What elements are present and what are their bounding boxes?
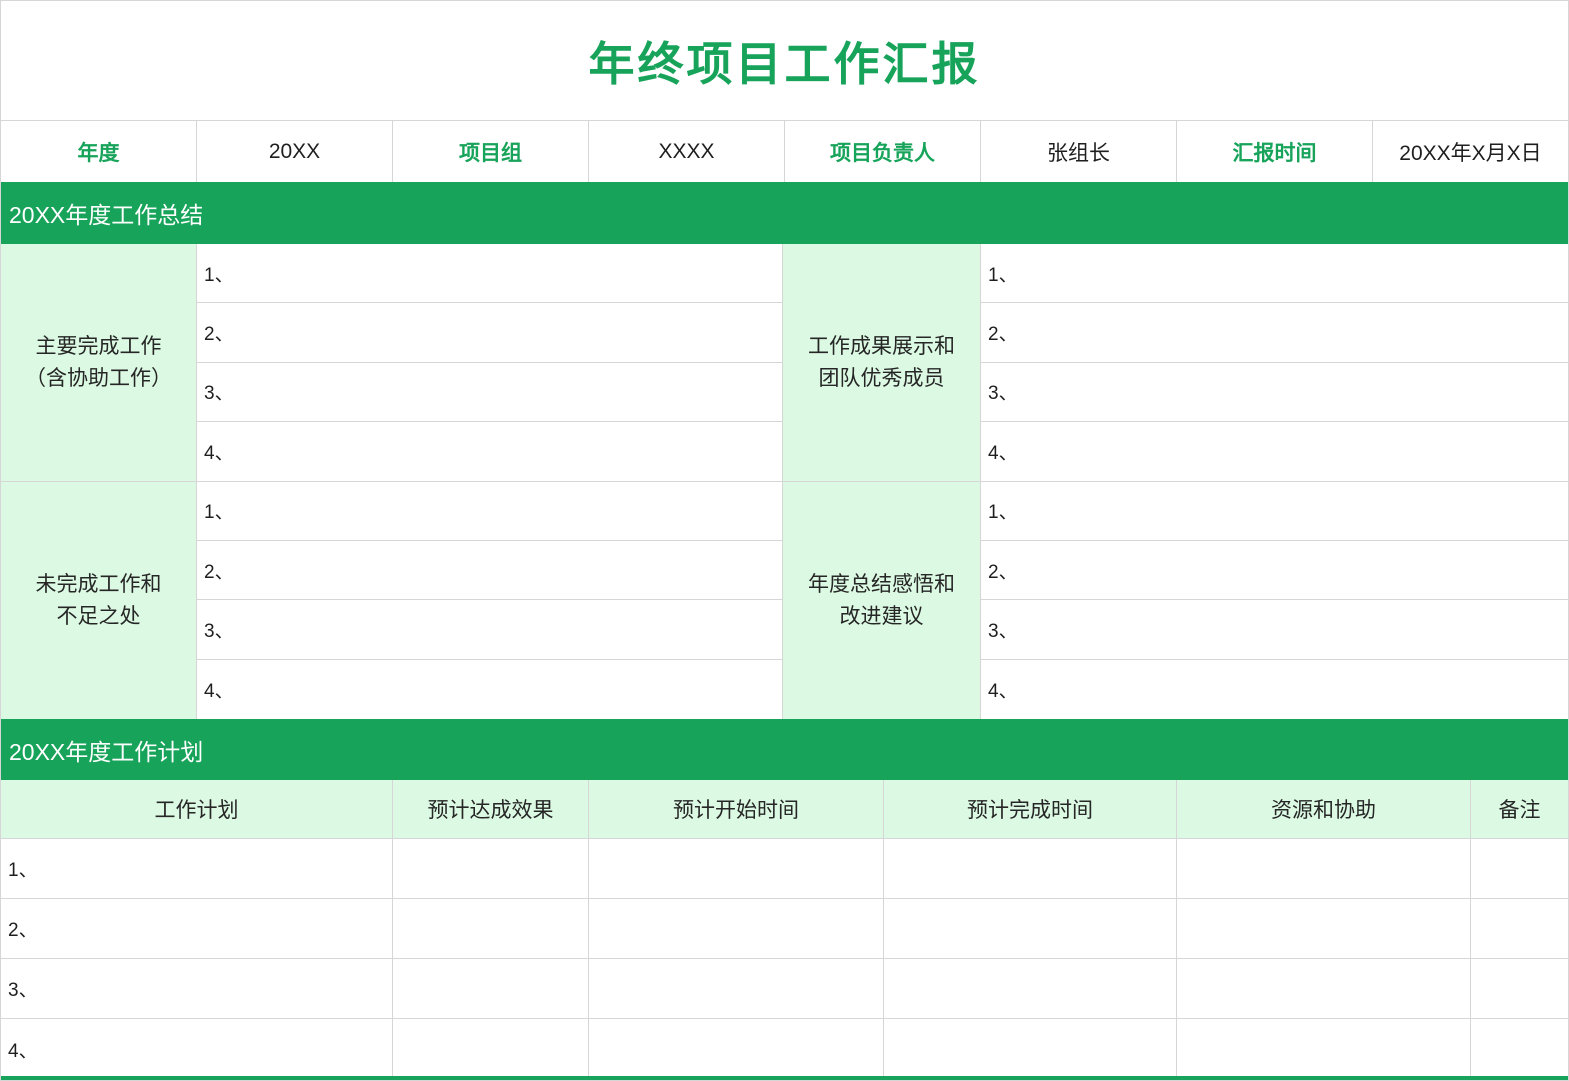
info-label-report-time: 汇报时间 bbox=[1177, 121, 1373, 182]
info-value-group[interactable]: XXXX bbox=[589, 121, 785, 182]
summary-item-cell[interactable]: 1、 bbox=[981, 481, 1568, 541]
plan-cell[interactable] bbox=[589, 959, 884, 1019]
plan-cell[interactable] bbox=[1177, 959, 1471, 1019]
plan-body: 1、 2、 3、 4、 bbox=[1, 839, 1568, 1079]
plan-cell[interactable] bbox=[884, 839, 1177, 899]
summary-item-cell[interactable]: 4、 bbox=[981, 422, 1568, 482]
info-header-row: 年度 20XX 项目组 XXXX 项目负责人 张组长 汇报时间 20XX年X月X… bbox=[1, 120, 1568, 182]
summary-item-cell[interactable]: 2、 bbox=[197, 303, 783, 363]
summary-item-cell[interactable]: 1、 bbox=[197, 244, 783, 304]
plan-header-work-plan: 工作计划 bbox=[1, 780, 393, 839]
summary-item-cell[interactable]: 3、 bbox=[197, 600, 783, 660]
plan-cell[interactable] bbox=[393, 959, 589, 1019]
bottom-section-bar-edge bbox=[1, 1076, 1568, 1080]
plan-cell[interactable] bbox=[884, 899, 1177, 959]
section-bar-annual-summary: 20XX年度工作总结 bbox=[1, 182, 1568, 244]
info-label-year: 年度 bbox=[1, 121, 197, 182]
plan-row-number-cell[interactable]: 3、 bbox=[1, 959, 393, 1019]
plan-header-expected-finish-time: 预计完成时间 bbox=[884, 780, 1177, 839]
plan-header-remarks: 备注 bbox=[1471, 780, 1568, 839]
info-value-report-time[interactable]: 20XX年X月X日 bbox=[1373, 121, 1568, 182]
section-bar-annual-plan: 20XX年度工作计划 bbox=[1, 719, 1568, 780]
summary-label-reflections-improvements: 年度总结感悟和 改进建议 bbox=[783, 481, 981, 719]
plan-header-resources-support: 资源和协助 bbox=[1177, 780, 1471, 839]
summary-label-achievements-members: 工作成果展示和 团队优秀成员 bbox=[783, 244, 981, 482]
plan-header-expected-start-time: 预计开始时间 bbox=[589, 780, 884, 839]
plan-header-row: 工作计划 预计达成效果 预计开始时间 预计完成时间 资源和协助 备注 bbox=[1, 780, 1568, 839]
summary-item-cell[interactable]: 4、 bbox=[197, 422, 783, 482]
info-label-leader: 项目负责人 bbox=[785, 121, 981, 182]
plan-cell[interactable] bbox=[1177, 899, 1471, 959]
summary-item-cell[interactable]: 2、 bbox=[197, 540, 783, 601]
summary-item-cell[interactable]: 2、 bbox=[981, 540, 1568, 601]
plan-row-number-cell[interactable]: 4、 bbox=[1, 1019, 393, 1079]
plan-cell[interactable] bbox=[589, 839, 884, 899]
plan-cell[interactable] bbox=[393, 839, 589, 899]
plan-cell[interactable] bbox=[1177, 1019, 1471, 1079]
plan-row-number-cell[interactable]: 1、 bbox=[1, 839, 393, 899]
plan-cell[interactable] bbox=[393, 1019, 589, 1079]
plan-cell[interactable] bbox=[1471, 839, 1568, 899]
summary-item-cell[interactable]: 3、 bbox=[981, 600, 1568, 660]
summary-grid: 主要完成工作 （含协助工作） 1、 2、 3、 4、 工作成果展示和 团队优秀成… bbox=[1, 244, 1568, 719]
summary-item-cell[interactable]: 2、 bbox=[981, 303, 1568, 363]
summary-item-cell[interactable]: 4、 bbox=[197, 659, 783, 719]
plan-cell[interactable] bbox=[1471, 1019, 1568, 1079]
summary-item-cell[interactable]: 1、 bbox=[197, 481, 783, 541]
summary-item-cell[interactable]: 4、 bbox=[981, 659, 1568, 719]
plan-cell[interactable] bbox=[884, 1019, 1177, 1079]
summary-item-cell[interactable]: 1、 bbox=[981, 244, 1568, 304]
info-value-year[interactable]: 20XX bbox=[197, 121, 393, 182]
plan-cell[interactable] bbox=[1471, 899, 1568, 959]
plan-row-number-cell[interactable]: 2、 bbox=[1, 899, 393, 959]
plan-cell[interactable] bbox=[393, 899, 589, 959]
summary-item-cell[interactable]: 3、 bbox=[197, 362, 783, 423]
plan-cell[interactable] bbox=[589, 1019, 884, 1079]
report-sheet: 年终项目工作汇报 年度 20XX 项目组 XXXX 项目负责人 张组长 汇报时间… bbox=[0, 0, 1569, 1081]
summary-label-unfinished-work: 未完成工作和 不足之处 bbox=[1, 481, 197, 719]
plan-cell[interactable] bbox=[1471, 959, 1568, 1019]
info-label-group: 项目组 bbox=[393, 121, 589, 182]
summary-label-main-completed-work: 主要完成工作 （含协助工作） bbox=[1, 244, 197, 482]
plan-cell[interactable] bbox=[884, 959, 1177, 1019]
info-value-leader[interactable]: 张组长 bbox=[981, 121, 1177, 182]
title-row: 年终项目工作汇报 bbox=[1, 1, 1568, 120]
plan-cell[interactable] bbox=[589, 899, 884, 959]
plan-header-expected-result: 预计达成效果 bbox=[393, 780, 589, 839]
summary-item-cell[interactable]: 3、 bbox=[981, 362, 1568, 423]
page-title: 年终项目工作汇报 bbox=[588, 38, 981, 90]
plan-cell[interactable] bbox=[1177, 839, 1471, 899]
